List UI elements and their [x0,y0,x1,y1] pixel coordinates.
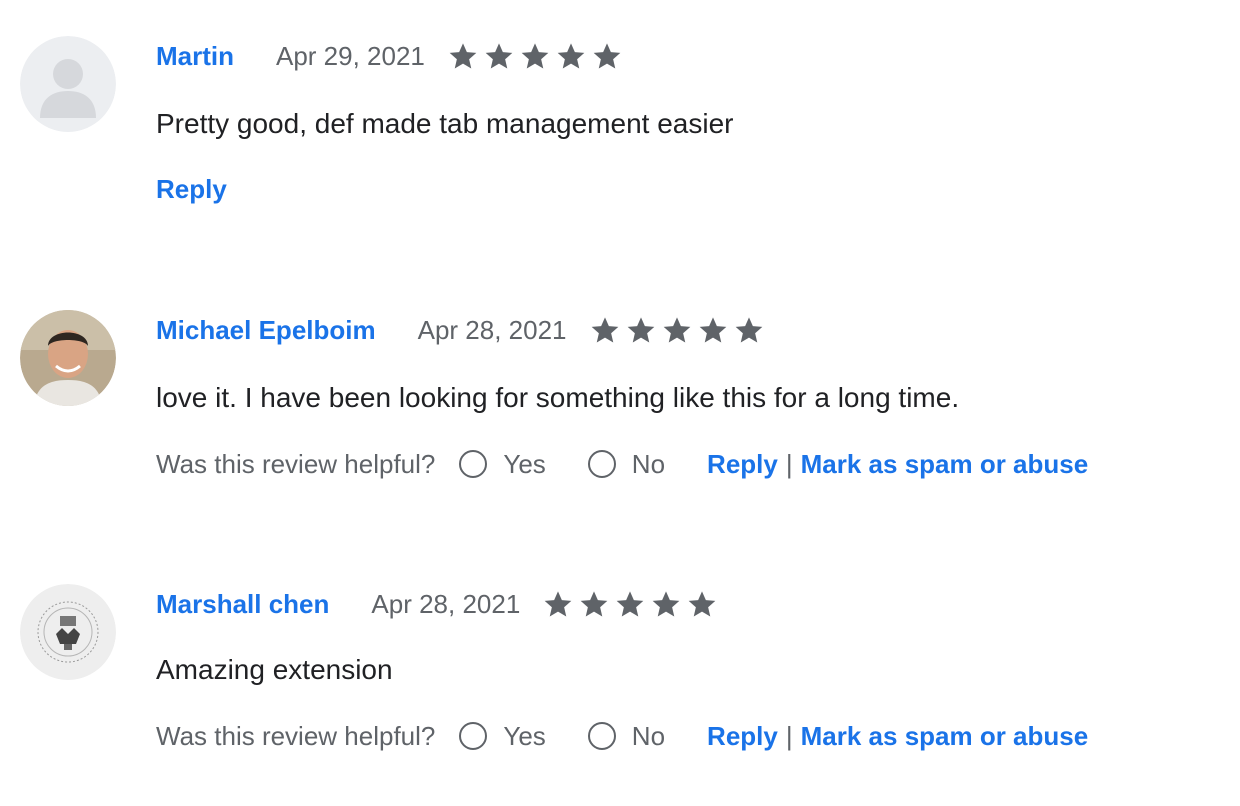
star-icon [521,43,549,69]
star-icon [699,317,726,343]
star-icon [735,317,762,343]
helpful-yes-label: Yes [503,720,546,751]
helpful-no-option[interactable]: No [587,720,666,752]
helpful-no-label: No [631,720,666,751]
star-icon [557,43,585,69]
review-date: Apr 28, 2021 [417,314,567,345]
author-name[interactable]: Marshall chen [156,589,329,620]
helpful-question: Was this review helpful? [156,720,436,751]
review-actions: Was this review helpful? Yes No Reply | … [156,444,1088,484]
helpful-no-option[interactable]: No [587,448,666,480]
star-icon [616,591,644,617]
star-icon [688,591,716,617]
reply-link[interactable]: Reply [156,174,227,204]
helpful-no-radio[interactable] [587,450,616,478]
star-icon [593,43,621,69]
mark-spam-link[interactable]: Mark as spam or abuse [801,449,1089,480]
star-icon [591,317,618,343]
star-icon [580,591,608,617]
separator: | [785,720,793,751]
helpful-no-radio[interactable] [587,722,616,750]
review-text: love it. I have been looking for somethi… [156,382,960,413]
helpful-yes-radio[interactable] [459,722,488,750]
star-icon [663,317,690,343]
star-rating [447,40,627,72]
helpful-question: Was this review helpful? [156,448,436,479]
helpful-no-label: No [631,448,666,479]
star-icon [449,43,477,69]
star-rating [542,588,722,620]
avatar-photo [20,310,116,406]
review-text: Pretty good, def made tab management eas… [156,108,734,139]
star-icon [627,317,654,343]
star-icon [652,591,680,617]
default-avatar-icon [20,36,116,132]
seal-emblem-icon [20,584,116,680]
reply-link[interactable]: Reply [707,449,778,480]
star-icon [544,591,572,617]
review-text: Amazing extension [156,654,393,685]
avatar-seal [20,584,116,680]
review-date: Apr 28, 2021 [371,588,521,619]
reply-link[interactable]: Reply [707,721,778,752]
star-rating [589,314,769,346]
author-name[interactable]: Michael Epelboim [156,315,376,346]
author-name[interactable]: Martin [156,41,234,72]
helpful-yes-option[interactable]: Yes [459,448,546,480]
user-photo-icon [20,310,116,406]
review-actions: Was this review helpful? Yes No Reply | … [156,716,1088,756]
mark-spam-link[interactable]: Mark as spam or abuse [801,721,1089,752]
avatar-default [20,36,116,132]
star-icon [485,43,513,69]
helpful-yes-radio[interactable] [459,450,488,478]
review-date: Apr 29, 2021 [276,40,425,71]
separator: | [785,448,793,479]
helpful-yes-option[interactable]: Yes [459,720,546,752]
helpful-yes-label: Yes [503,448,546,479]
